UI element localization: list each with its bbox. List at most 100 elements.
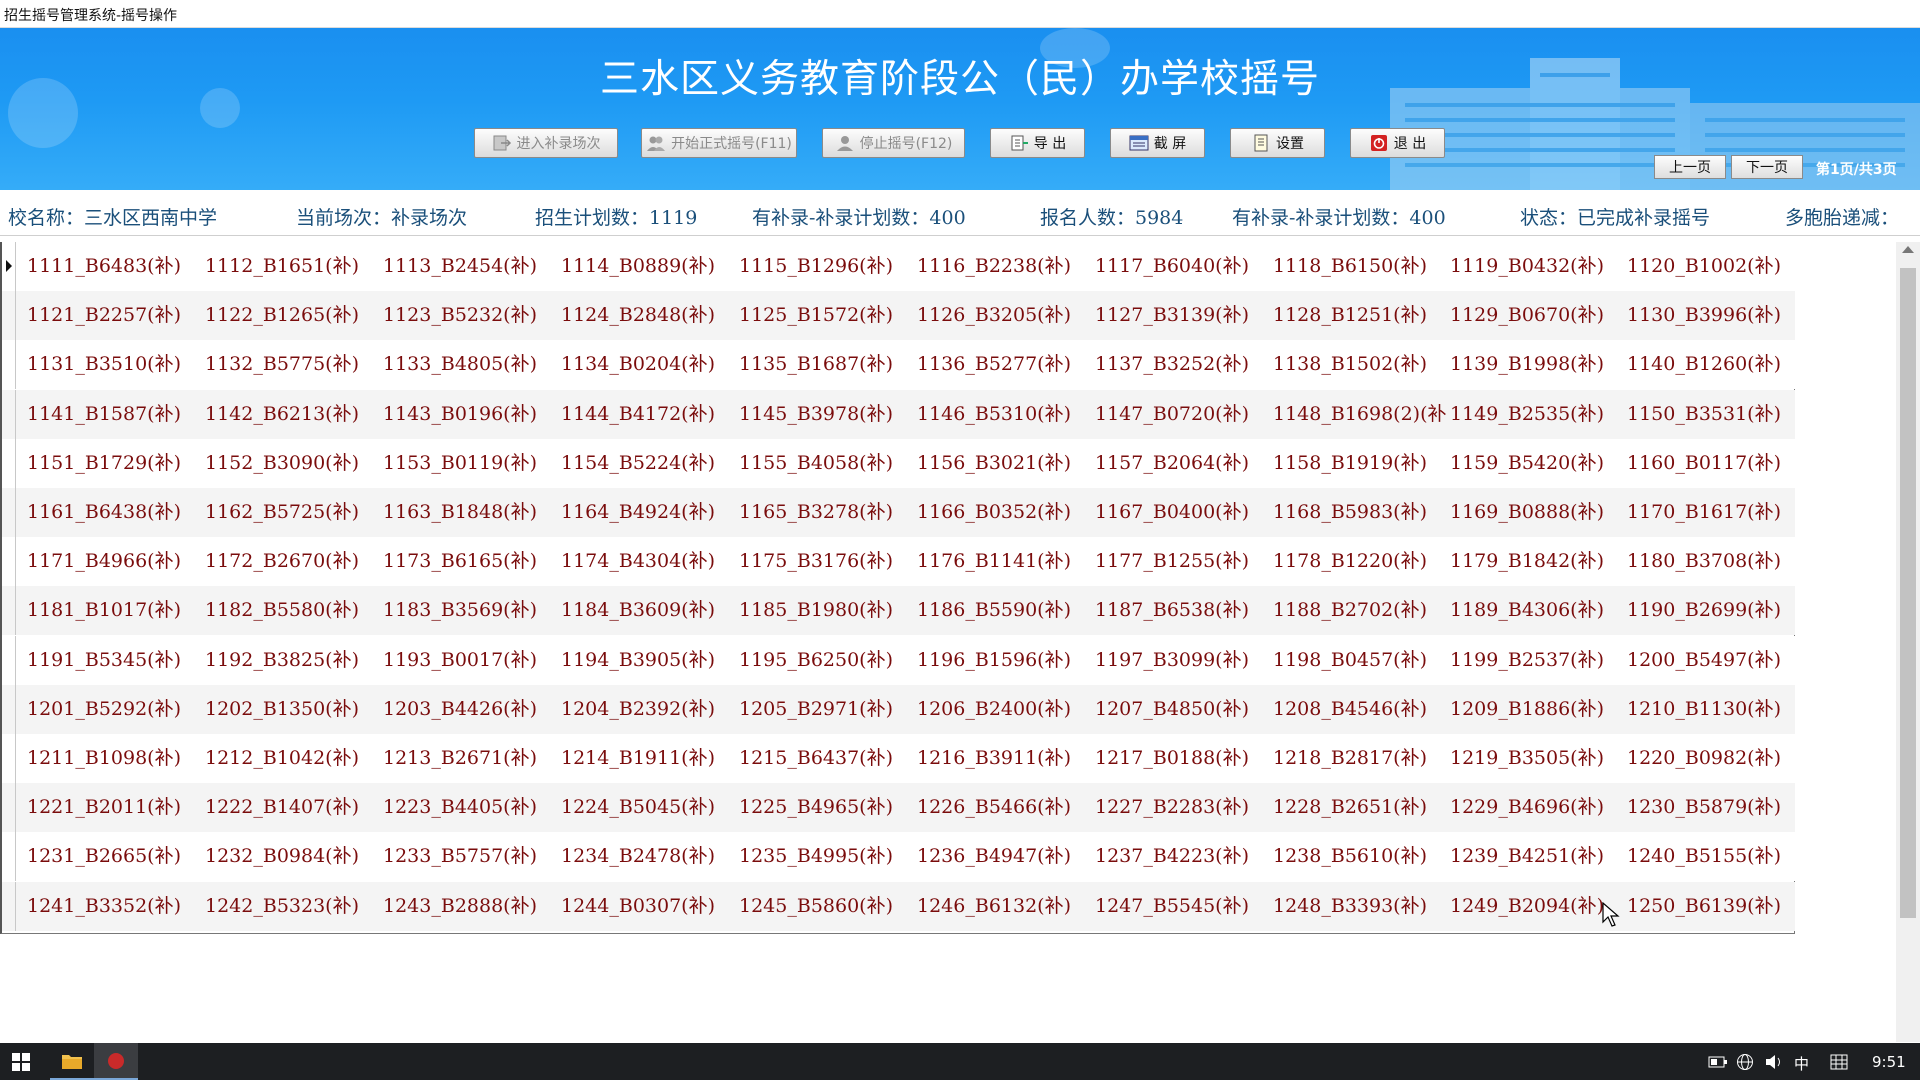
table-cell[interactable]: 1228_B2651(补): [1273, 783, 1449, 832]
enter-makeup-button[interactable]: 进入补录场次: [474, 128, 618, 158]
row-selector[interactable]: [2, 537, 16, 587]
table-cell[interactable]: 1233_B5757(补): [383, 832, 559, 881]
table-cell[interactable]: 1136_B5277(补): [917, 340, 1093, 389]
table-cell[interactable]: 1185_B1980(补): [739, 586, 915, 635]
table-cell[interactable]: 1119_B0432(补): [1450, 242, 1626, 291]
exit-button[interactable]: 退 出: [1350, 128, 1445, 158]
table-cell[interactable]: 1135_B1687(补): [739, 340, 915, 389]
table-cell[interactable]: 1170_B1617(补): [1627, 488, 1795, 537]
battery-icon[interactable]: [1708, 1056, 1728, 1068]
results-grid[interactable]: 1111_B6483(补) 1112_B1651(补) 1113_B2454(补) 1…: [0, 242, 1795, 934]
table-cell[interactable]: 1244_B0307(补): [561, 882, 737, 931]
taskbar-file-explorer[interactable]: [50, 1043, 94, 1080]
table-cell[interactable]: 1157_B2064(补): [1095, 439, 1271, 488]
table-cell[interactable]: 1172_B2670(补): [205, 537, 381, 586]
export-button[interactable]: 导 出: [990, 128, 1085, 158]
table-cell[interactable]: 1146_B5310(补): [917, 390, 1093, 439]
table-cell[interactable]: 1123_B5232(补): [383, 291, 559, 340]
table-cell[interactable]: 1138_B1502(补): [1273, 340, 1449, 389]
row-selector[interactable]: [2, 635, 16, 685]
table-cell[interactable]: 1195_B6250(补): [739, 636, 915, 685]
table-cell[interactable]: 1193_B0017(补): [383, 636, 559, 685]
row-selector[interactable]: [2, 832, 16, 882]
row-selector[interactable]: [2, 783, 16, 833]
table-cell[interactable]: 1189_B4306(补): [1450, 586, 1626, 635]
table-cell[interactable]: 1129_B0670(补): [1450, 291, 1626, 340]
row-selector[interactable]: [2, 438, 16, 488]
settings-button[interactable]: 设置: [1230, 128, 1325, 158]
table-cell[interactable]: 1241_B3352(补): [27, 882, 203, 931]
next-page-button[interactable]: 下一页: [1731, 155, 1803, 179]
table-cell[interactable]: 1239_B4251(补): [1450, 832, 1626, 881]
table-cell[interactable]: 1167_B0400(补): [1095, 488, 1271, 537]
table-cell[interactable]: 1164_B4924(补): [561, 488, 737, 537]
table-cell[interactable]: 1217_B0188(补): [1095, 734, 1271, 783]
table-cell[interactable]: 1168_B5983(补): [1273, 488, 1449, 537]
table-cell[interactable]: 1125_B1572(补): [739, 291, 915, 340]
scrollbar-thumb[interactable]: [1900, 268, 1916, 918]
table-cell[interactable]: 1236_B4947(补): [917, 832, 1093, 881]
table-cell[interactable]: 1174_B4304(补): [561, 537, 737, 586]
row-selector[interactable]: [2, 684, 16, 734]
table-cell[interactable]: 1220_B0982(补): [1627, 734, 1795, 783]
row-selector[interactable]: [2, 488, 16, 537]
table-cell[interactable]: 1130_B3996(补): [1627, 291, 1795, 340]
table-cell[interactable]: 1128_B1251(补): [1273, 291, 1449, 340]
table-cell[interactable]: 1177_B1255(补): [1095, 537, 1271, 586]
row-selector[interactable]: [2, 881, 16, 931]
table-cell[interactable]: 1188_B2702(补): [1273, 586, 1449, 635]
table-cell[interactable]: 1114_B0889(补): [561, 242, 737, 291]
table-cell[interactable]: 1209_B1886(补): [1450, 685, 1626, 734]
row-selector[interactable]: [2, 340, 16, 390]
table-cell[interactable]: 1219_B3505(补): [1450, 734, 1626, 783]
ime-indicator[interactable]: 中: [1794, 1053, 1809, 1074]
table-cell[interactable]: 1163_B1848(补): [383, 488, 559, 537]
table-cell[interactable]: 1147_B0720(补): [1095, 390, 1271, 439]
table-cell[interactable]: 1183_B3569(补): [383, 586, 559, 635]
table-cell[interactable]: 1120_B1002(补): [1627, 242, 1795, 291]
table-cell[interactable]: 1179_B1842(补): [1450, 537, 1626, 586]
table-row[interactable]: 1161_B6438(补) 1162_B5725(补) 1163_B1848(补) 1…: [2, 488, 1795, 537]
table-cell[interactable]: 1201_B5292(补): [27, 685, 203, 734]
table-cell[interactable]: 1237_B4223(补): [1095, 832, 1271, 881]
table-cell[interactable]: 1180_B3708(补): [1627, 537, 1795, 586]
table-cell[interactable]: 1222_B1407(补): [205, 783, 381, 832]
table-cell[interactable]: 1117_B6040(补): [1095, 242, 1271, 291]
table-cell[interactable]: 1132_B5775(补): [205, 340, 381, 389]
table-cell[interactable]: 1140_B1260(补): [1627, 340, 1795, 389]
table-cell[interactable]: 1225_B4965(补): [739, 783, 915, 832]
table-cell[interactable]: 1210_B1130(补): [1627, 685, 1795, 734]
table-cell[interactable]: 1122_B1265(补): [205, 291, 381, 340]
table-cell[interactable]: 1206_B2400(补): [917, 685, 1093, 734]
table-cell[interactable]: 1238_B5610(补): [1273, 832, 1449, 881]
table-cell[interactable]: 1212_B1042(补): [205, 734, 381, 783]
table-row[interactable]: 1181_B1017(补) 1182_B5580(补) 1183_B3569(补) 1…: [2, 586, 1795, 636]
table-cell[interactable]: 1227_B2283(补): [1095, 783, 1271, 832]
table-cell[interactable]: 1187_B6538(补): [1095, 586, 1271, 635]
table-cell[interactable]: 1250_B6139(补): [1627, 882, 1795, 931]
table-cell[interactable]: 1213_B2671(补): [383, 734, 559, 783]
table-cell[interactable]: 1150_B3531(补): [1627, 390, 1795, 439]
table-cell[interactable]: 1142_B6213(补): [205, 390, 381, 439]
start-formal-draw-button[interactable]: 开始正式摇号(F11): [641, 128, 797, 158]
table-cell[interactable]: 1161_B6438(补): [27, 488, 203, 537]
table-cell[interactable]: 1149_B2535(补): [1450, 390, 1626, 439]
table-cell[interactable]: 1158_B1919(补): [1273, 439, 1449, 488]
volume-icon[interactable]: [1764, 1053, 1784, 1071]
table-cell[interactable]: 1115_B1296(补): [739, 242, 915, 291]
table-cell[interactable]: 1162_B5725(补): [205, 488, 381, 537]
table-cell[interactable]: 1221_B2011(补): [27, 783, 203, 832]
table-cell[interactable]: 1171_B4966(补): [27, 537, 203, 586]
table-row[interactable]: 1131_B3510(补) 1132_B5775(补) 1133_B4805(补) 1…: [2, 340, 1795, 390]
table-cell[interactable]: 1200_B5497(补): [1627, 636, 1795, 685]
table-cell[interactable]: 1226_B5466(补): [917, 783, 1093, 832]
table-cell[interactable]: 1246_B6132(补): [917, 882, 1093, 931]
table-row[interactable]: 1121_B2257(补) 1122_B1265(补) 1123_B5232(补) 1…: [2, 291, 1795, 341]
table-cell[interactable]: 1214_B1911(补): [561, 734, 737, 783]
table-cell[interactable]: 1234_B2478(补): [561, 832, 737, 881]
table-cell[interactable]: 1156_B3021(补): [917, 439, 1093, 488]
scroll-up-arrow-icon[interactable]: [1902, 246, 1914, 253]
table-cell[interactable]: 1153_B0119(补): [383, 439, 559, 488]
table-cell[interactable]: 1190_B2699(补): [1627, 586, 1795, 635]
taskbar-lottery-app[interactable]: [94, 1043, 138, 1080]
